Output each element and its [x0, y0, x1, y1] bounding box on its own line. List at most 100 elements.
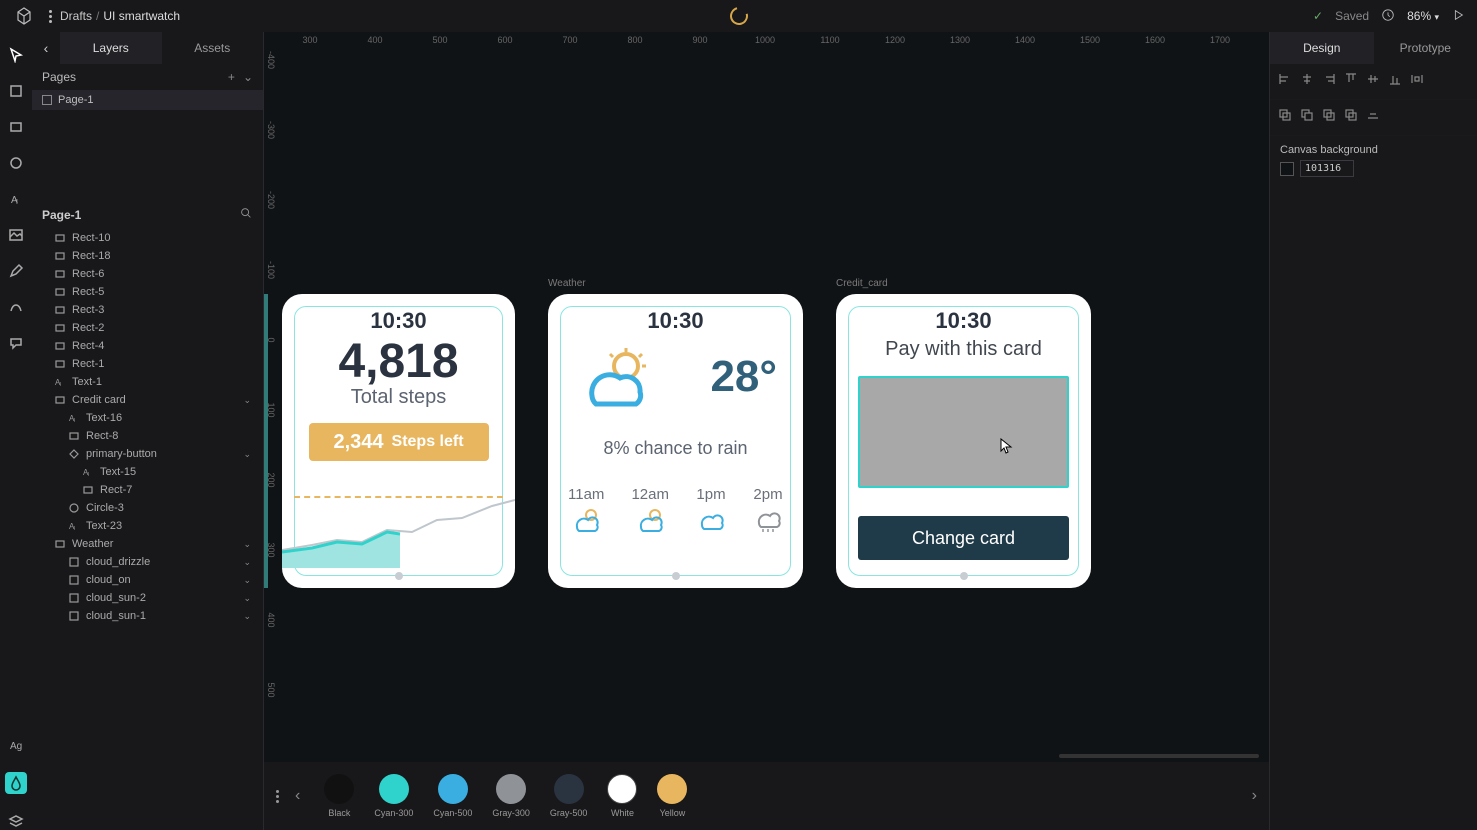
pen-tool-icon[interactable] [7, 262, 25, 280]
color-drop-icon[interactable] [5, 772, 27, 794]
layer-row[interactable]: AIText-15 [32, 463, 263, 481]
frame-weather[interactable]: 10:30 28° 8% chance to rain 11am 12am [548, 294, 803, 588]
flatten-icon[interactable] [1366, 108, 1380, 127]
layer-row[interactable]: cloud_sun-2⌄ [32, 589, 263, 607]
rectangle-tool-icon[interactable] [7, 118, 25, 136]
chevron-down-icon[interactable]: ⌄ [243, 539, 251, 550]
boolean-intersect-icon[interactable] [1322, 108, 1336, 127]
align-bottom-icon[interactable] [1388, 72, 1402, 91]
layer-row[interactable]: cloud_drizzle ⌄ [32, 553, 263, 571]
tab-design[interactable]: Design [1270, 32, 1374, 64]
layer-row[interactable]: cloud_sun-1⌄ [32, 607, 263, 625]
frame-label-credit[interactable]: Credit_card [836, 278, 888, 289]
chevron-down-icon[interactable]: ⌄ [243, 611, 251, 622]
page-row[interactable]: Page-1 [32, 90, 263, 110]
palette-menu-icon[interactable] [276, 790, 279, 803]
forecast-time: 2pm [753, 486, 782, 503]
comment-tool-icon[interactable] [7, 334, 25, 352]
layer-row[interactable]: Rect-1 [32, 355, 263, 373]
frame-steps[interactable]: 10:30 4,818 Total steps 2,344 Steps left [282, 294, 515, 588]
layer-row[interactable]: AIText-16 [32, 409, 263, 427]
breadcrumb-file[interactable]: UI smartwatch [103, 9, 180, 23]
back-button[interactable]: ‹ [32, 32, 60, 64]
tab-layers[interactable]: Layers [60, 32, 162, 64]
breadcrumb-drafts[interactable]: Drafts [60, 9, 92, 23]
frame-label-weather[interactable]: Weather [548, 278, 586, 289]
breadcrumb-separator: / [96, 9, 99, 23]
tab-prototype[interactable]: Prototype [1374, 32, 1477, 64]
color-swatch[interactable]: White [607, 774, 637, 818]
layer-row[interactable]: Rect-4 [32, 337, 263, 355]
svg-text:Ag: Ag [10, 741, 22, 752]
chevron-down-icon[interactable]: ⌄ [243, 593, 251, 604]
search-layers-icon[interactable] [239, 206, 253, 223]
workspace[interactable]: 10:30 4,818 Total steps 2,344 Steps left… [280, 50, 1269, 762]
color-swatch[interactable]: Gray-300 [492, 774, 530, 818]
layer-row[interactable]: Circle-3 [32, 499, 263, 517]
tab-assets[interactable]: Assets [162, 32, 264, 64]
path-tool-icon[interactable] [7, 298, 25, 316]
layer-row[interactable]: primary-button⌄ [32, 445, 263, 463]
layer-row[interactable]: Rect-2 [32, 319, 263, 337]
move-tool-icon[interactable] [7, 46, 25, 64]
ellipse-tool-icon[interactable] [7, 154, 25, 172]
layer-row[interactable]: Credit card⌄ [32, 391, 263, 409]
frame-credit-card[interactable]: 10:30 Pay with this card Change card [836, 294, 1091, 588]
canvas[interactable]: 3004005006007008009001000110012001300140… [264, 32, 1269, 830]
boolean-exclude-icon[interactable] [1344, 108, 1358, 127]
align-top-icon[interactable] [1344, 72, 1358, 91]
layer-row[interactable]: Rect-10 [32, 229, 263, 247]
palette-next-icon[interactable]: › [1252, 787, 1257, 805]
horizontal-scrollbar[interactable] [1059, 754, 1259, 758]
layer-row[interactable]: Weather⌄ [32, 535, 263, 553]
align-right-icon[interactable] [1322, 72, 1336, 91]
color-swatch[interactable]: Cyan-500 [433, 774, 472, 818]
boolean-union-icon[interactable] [1278, 108, 1292, 127]
card-placeholder[interactable] [858, 376, 1069, 488]
color-swatch[interactable]: Cyan-300 [374, 774, 413, 818]
ruler-tick: 500 [432, 35, 447, 45]
canvas-bg-input[interactable] [1300, 160, 1354, 177]
layer-row[interactable]: AIText-23 [32, 517, 263, 535]
layer-row[interactable]: Rect-18 [32, 247, 263, 265]
palette-prev-icon[interactable]: ‹ [289, 787, 306, 805]
layers-list[interactable]: Rect-10Rect-18Rect-6Rect-5Rect-3Rect-2 Re… [32, 229, 263, 625]
ruler-tick: 1400 [1015, 35, 1035, 45]
layer-row[interactable]: Rect-6 [32, 265, 263, 283]
chevron-down-icon[interactable]: ⌄ [243, 575, 251, 586]
color-swatch[interactable]: Black [324, 774, 354, 818]
collapse-pages-icon[interactable]: ⌄ [243, 70, 253, 84]
text-tool-icon[interactable]: AI [7, 190, 25, 208]
layer-row[interactable]: Rect-3 [32, 301, 263, 319]
boolean-subtract-icon[interactable] [1300, 108, 1314, 127]
chevron-down-icon[interactable]: ⌄ [243, 449, 251, 460]
align-vcenter-icon[interactable] [1366, 72, 1380, 91]
chevron-down-icon[interactable]: ⌄ [243, 395, 251, 406]
distribute-h-icon[interactable] [1410, 72, 1424, 91]
image-tool-icon[interactable] [7, 226, 25, 244]
layer-row[interactable]: Rect-8 [32, 427, 263, 445]
main-menu-icon[interactable] [40, 10, 60, 23]
layer-row[interactable]: cloud_on⌄ [32, 571, 263, 589]
layer-row[interactable]: Rect-5 [32, 283, 263, 301]
zoom-level[interactable]: 86% ▾ [1407, 9, 1439, 23]
layer-label: Rect-4 [72, 340, 104, 352]
chevron-down-icon[interactable]: ⌄ [243, 557, 251, 568]
canvas-bg-swatch[interactable] [1280, 162, 1294, 176]
history-icon[interactable] [1381, 8, 1395, 25]
add-page-icon[interactable]: + [228, 70, 235, 84]
color-swatch[interactable]: Gray-500 [550, 774, 588, 818]
change-card-button[interactable]: Change card [858, 516, 1069, 560]
layer-row[interactable]: AIText-1 [32, 373, 263, 391]
layer-label: cloud_drizzle [86, 556, 150, 568]
align-left-icon[interactable] [1278, 72, 1292, 91]
typography-icon[interactable]: Ag [7, 736, 25, 754]
layer-row[interactable]: Rect-7 [32, 481, 263, 499]
app-logo-icon[interactable] [14, 6, 34, 26]
frame-tool-icon[interactable] [7, 82, 25, 100]
layers-icon[interactable] [7, 812, 25, 830]
layer-type-icon [68, 448, 80, 460]
play-icon[interactable] [1451, 8, 1465, 25]
color-swatch[interactable]: Yellow [657, 774, 687, 818]
align-hcenter-icon[interactable] [1300, 72, 1314, 91]
